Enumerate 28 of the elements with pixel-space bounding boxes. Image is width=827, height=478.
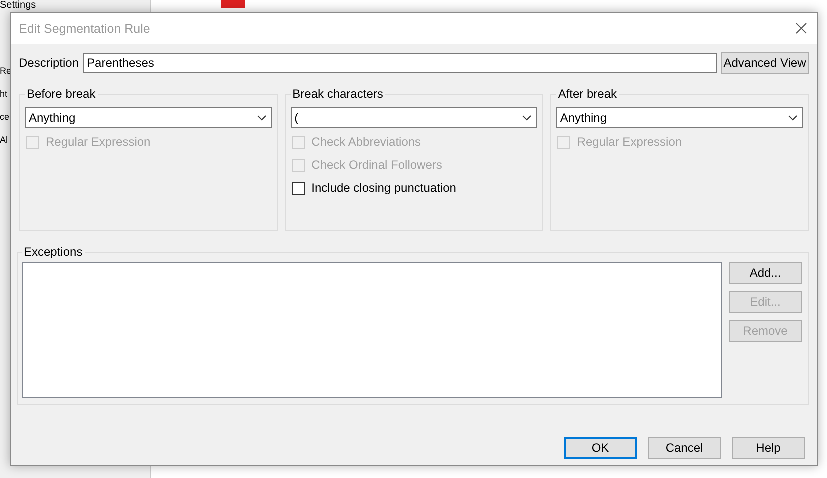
dialog-button[interactable]: Cancel — [648, 437, 721, 459]
group-title: Exceptions — [23, 245, 84, 259]
dropdown[interactable]: Anything — [556, 107, 803, 128]
chevron-down-icon — [256, 114, 267, 120]
description-field[interactable]: Parentheses — [83, 53, 717, 73]
flag-icon — [221, 0, 245, 8]
dialog-button[interactable]: Help — [732, 437, 805, 459]
checkbox-label: Include closing punctuation — [312, 181, 456, 195]
close-icon[interactable] — [796, 23, 807, 34]
exceptions-list[interactable] — [22, 262, 722, 398]
sidebar-item[interactable]: Settings — [0, 0, 150, 11]
window-title: Edit Segmentation Rule — [19, 22, 150, 36]
dropdown[interactable]: Anything — [25, 107, 272, 128]
checkbox-label: Check Abbreviations — [312, 135, 422, 149]
checkbox-label: Check Ordinal Followers — [312, 158, 442, 172]
chevron-down-icon — [522, 114, 532, 120]
advanced-view-button[interactable]: Advanced View — [721, 52, 809, 74]
chevron-down-icon — [788, 114, 798, 120]
group-title: After break — [557, 87, 618, 101]
group-title: Before break — [26, 87, 97, 101]
dropdown[interactable]: ( — [290, 107, 538, 128]
group-title: Break characters — [292, 87, 384, 101]
list-action-button[interactable]: Add... — [729, 262, 802, 284]
dialog-button[interactable]: OK — [564, 437, 637, 459]
description-label: Description — [19, 56, 80, 70]
checkbox-label: Regular Expression — [577, 135, 682, 149]
checkbox-label: Regular Expression — [46, 135, 151, 149]
checkbox[interactable] — [292, 182, 305, 194]
